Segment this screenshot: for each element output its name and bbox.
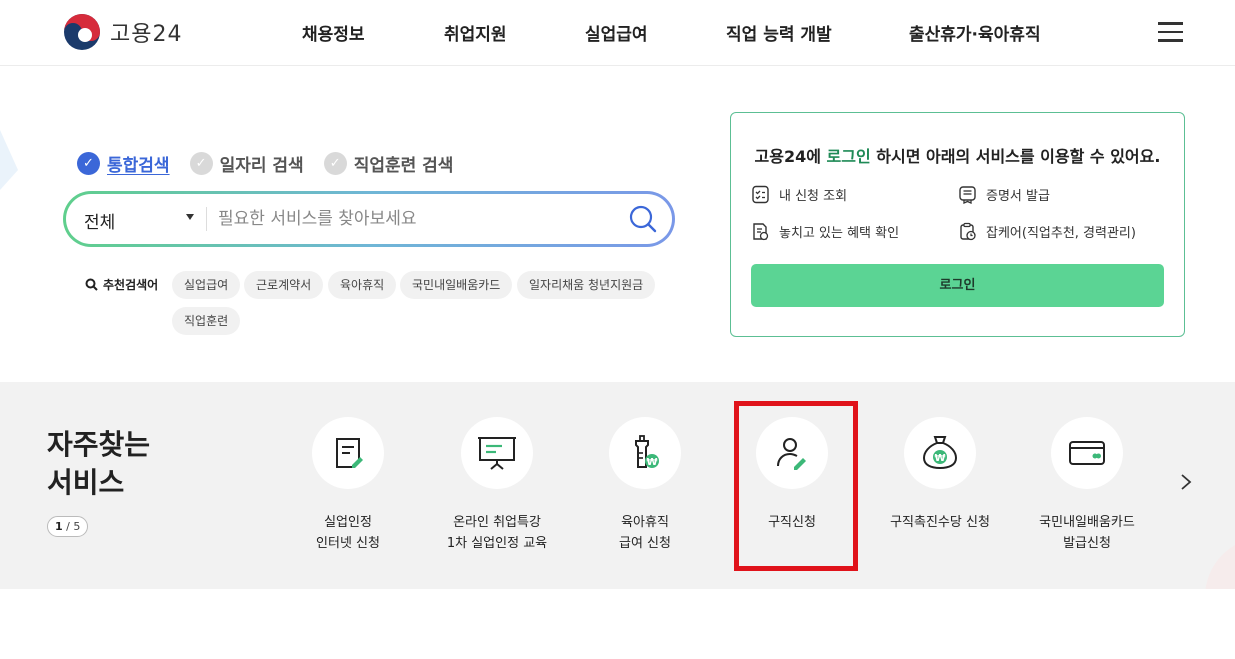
svg-text:₩: ₩ (934, 453, 945, 464)
service-learning-card[interactable]: 국민내일배움카드 발급신청 (1012, 417, 1162, 554)
frequent-services-section: 자주찾는 서비스 1 / 5 실업인정 인터넷 신청 온라인 취업특강 1차 실… (0, 382, 1235, 589)
clipboard-clock-icon (960, 222, 976, 241)
pager-current: 1 (55, 520, 63, 533)
service-label: 온라인 취업특강 1차 실업인정 교육 (446, 515, 548, 551)
tab-training-search[interactable]: ✓ 직업훈련 검색 (323, 151, 454, 176)
highlight-box (734, 401, 858, 571)
checklist-icon (752, 185, 769, 204)
chip-keyword[interactable]: 국민내일배움카드 (400, 271, 513, 299)
search-input[interactable] (218, 204, 618, 234)
caret-down-icon[interactable] (186, 214, 194, 220)
service-label: 국민내일배움카드 발급신청 (1039, 515, 1135, 551)
chip-keyword[interactable]: 직업훈련 (172, 307, 241, 335)
divider (206, 207, 207, 231)
search-icon[interactable] (626, 202, 660, 236)
login-panel: 고용24에 로그인 하시면 아래의 서비스를 이용할 수 있어요. 내 신청 조… (730, 112, 1185, 337)
chip-keyword[interactable]: 일자리채움 청년지원금 (517, 271, 656, 299)
login-message-suffix: 하시면 아래의 서비스를 이용할 수 있어요. (870, 147, 1161, 166)
check-icon: ✓ (189, 152, 213, 175)
login-button[interactable]: 로그인 (751, 264, 1164, 307)
search-box: 전체 (63, 191, 675, 247)
tab-job-search[interactable]: ✓ 일자리 검색 (189, 151, 304, 176)
chip-keyword[interactable]: 실업급여 (172, 271, 241, 299)
nav-jobs[interactable]: 채용정보 (302, 20, 365, 45)
baby-bottle-won-icon: ₩ (635, 435, 659, 468)
certificate-link[interactable]: 증명서 발급 (958, 185, 1050, 204)
search-tabs: ✓ 통합검색 ✓ 일자리 검색 ✓ 직업훈련 검색 (77, 151, 473, 176)
check-icon: ✓ (77, 152, 100, 175)
document-check-icon (753, 223, 769, 241)
my-application-link[interactable]: 내 신청 조회 (751, 185, 847, 204)
chevron-right-icon[interactable] (1178, 472, 1194, 492)
missed-benefits-link[interactable]: 놓치고 있는 혜택 확인 (751, 222, 899, 241)
pager-total: 5 (73, 520, 81, 533)
login-message-emphasis: 로그인 (826, 147, 871, 166)
service-icon-circle (1051, 417, 1123, 489)
tab-label: 통합검색 (107, 156, 170, 176)
service-icon-circle: ₩ (609, 417, 681, 489)
service-online-lecture[interactable]: 온라인 취업특강 1차 실업인정 교육 (422, 417, 572, 554)
jobcare-link[interactable]: 잡케어(직업추천, 경력관리) (958, 222, 1136, 241)
pager-separator: / (62, 520, 74, 533)
recommend-label: 추천검색어 (85, 276, 158, 293)
nav-unemployment-benefit[interactable]: 실업급여 (585, 20, 648, 45)
service-icon-circle (312, 417, 384, 489)
decoration (0, 130, 18, 190)
login-message: 고용24에 로그인 하시면 아래의 서비스를 이용할 수 있어요. (731, 143, 1184, 167)
service-icon-circle: ₩ (904, 417, 976, 489)
nav-job-skills[interactable]: 직업 능력 개발 (726, 20, 832, 45)
search-icon (85, 278, 98, 291)
service-label: 구직촉진수당 신청 (890, 515, 990, 530)
chip-keyword[interactable]: 육아휴직 (328, 271, 397, 299)
service-unemployment-recognition[interactable]: 실업인정 인터넷 신청 (273, 417, 423, 554)
service-parental-leave-benefit[interactable]: ₩ 육아휴직 급여 신청 (570, 417, 720, 554)
pagination-indicator: 1 / 5 (47, 516, 89, 537)
section-title-line: 서비스 (47, 466, 125, 499)
login-item-label: 놓치고 있는 혜택 확인 (779, 226, 900, 241)
presentation-board-icon (478, 437, 516, 470)
tab-label: 직업훈련 검색 (353, 156, 454, 176)
menu-icon[interactable] (1158, 22, 1183, 42)
site-header: 고용24 채용정보 취업지원 실업급여 직업 능력 개발 출산휴가·육아휴직 (0, 0, 1235, 66)
chip-keyword[interactable]: 근로계약서 (244, 271, 324, 299)
login-item-label: 잡케어(직업추천, 경력관리) (986, 226, 1136, 241)
login-item-label: 증명서 발급 (986, 189, 1050, 204)
section-title-line: 자주찾는 (47, 428, 151, 461)
nav-employment-support[interactable]: 취업지원 (444, 20, 507, 45)
search-scope-select[interactable]: 전체 (84, 208, 115, 233)
tab-label: 일자리 검색 (219, 156, 304, 176)
logo-text: 고용24 (110, 22, 183, 47)
login-message-prefix: 고용24에 (754, 147, 827, 166)
service-label: 육아휴직 급여 신청 (619, 515, 671, 551)
recommend-label-text: 추천검색어 (103, 278, 159, 292)
service-label: 실업인정 인터넷 신청 (316, 515, 380, 551)
money-bag-won-icon: ₩ (922, 436, 958, 470)
tab-integrated-search[interactable]: ✓ 통합검색 (77, 151, 170, 176)
document-pen-icon (336, 438, 363, 468)
svg-text:₩: ₩ (646, 457, 657, 468)
search-box-inner: 전체 (66, 194, 672, 244)
nav-parental-leave[interactable]: 출산휴가·육아휴직 (909, 20, 1041, 45)
logo[interactable]: 고용24 (63, 13, 182, 51)
service-icon-circle (461, 417, 533, 489)
certificate-icon (959, 186, 976, 204)
check-icon: ✓ (323, 152, 347, 175)
card-icon (1069, 441, 1105, 465)
taegeuk-logo-icon (64, 14, 100, 50)
login-item-label: 내 신청 조회 (779, 189, 848, 204)
decoration (1205, 537, 1235, 589)
service-job-seeking-allowance[interactable]: ₩ 구직촉진수당 신청 (865, 417, 1015, 533)
section-title: 자주찾는 서비스 (47, 426, 150, 502)
